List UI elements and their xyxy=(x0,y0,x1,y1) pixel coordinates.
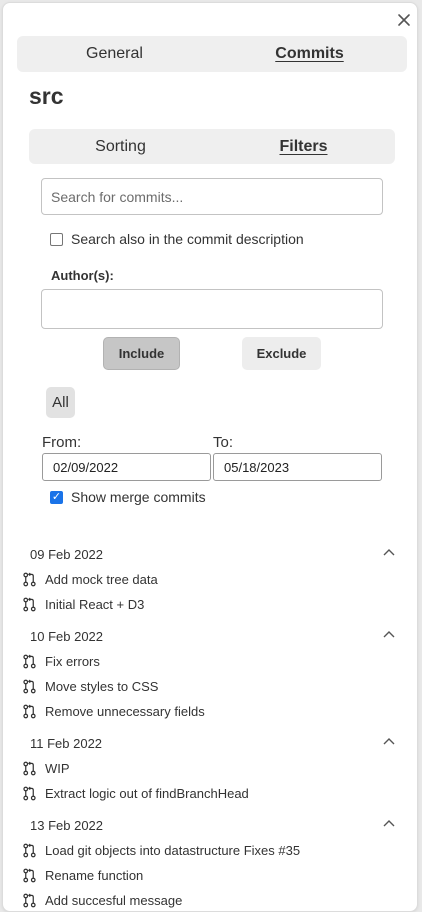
chevron-up-icon[interactable] xyxy=(382,628,396,640)
git-commit-icon xyxy=(22,597,45,612)
exclude-button[interactable]: Exclude xyxy=(242,337,321,370)
commit-item[interactable]: WIP xyxy=(22,759,70,777)
to-label: To: xyxy=(213,434,234,451)
chevron-up-icon[interactable] xyxy=(382,735,396,747)
include-button[interactable]: Include xyxy=(103,337,180,370)
commit-item[interactable]: Rename function xyxy=(22,866,143,884)
commit-message: Fix errors xyxy=(45,653,100,669)
to-date-input[interactable]: 05/18/2023 xyxy=(213,453,382,481)
tab-sorting[interactable]: Sorting xyxy=(29,129,212,164)
show-merge-checkbox[interactable]: ✓ xyxy=(50,490,63,504)
search-description-checkbox[interactable] xyxy=(50,232,63,246)
commit-message: Move styles to CSS xyxy=(45,678,159,694)
tab-commits[interactable]: Commits xyxy=(212,36,407,72)
commit-message: WIP xyxy=(45,760,70,776)
top-tab-bar: General Commits xyxy=(17,36,407,72)
commit-item[interactable]: Initial React + D3 xyxy=(22,595,144,613)
commit-group-header[interactable]: 09 Feb 2022 xyxy=(30,545,396,563)
commit-message: Extract logic out of findBranchHead xyxy=(45,785,249,801)
search-input[interactable] xyxy=(41,178,383,215)
commit-group-header[interactable]: 11 Feb 2022 xyxy=(30,734,396,752)
chevron-up-icon[interactable] xyxy=(382,817,396,829)
commit-item[interactable]: Extract logic out of findBranchHead xyxy=(22,784,249,802)
commit-item[interactable]: Move styles to CSS xyxy=(22,677,158,695)
git-commit-icon xyxy=(22,843,45,858)
commit-message: Add succesful message xyxy=(45,892,183,908)
from-label: From: xyxy=(42,434,82,451)
search-description-label: Search also in the commit description xyxy=(71,231,304,247)
authors-input[interactable] xyxy=(41,289,383,329)
commit-item[interactable]: Add mock tree data xyxy=(22,570,158,588)
git-commit-icon xyxy=(22,654,45,669)
all-button[interactable]: All xyxy=(46,387,75,418)
commit-message: Load git objects into datastructure Fixe… xyxy=(45,842,301,858)
tab-general[interactable]: General xyxy=(17,36,212,72)
authors-label: Author(s): xyxy=(51,268,114,283)
chevron-up-icon[interactable] xyxy=(382,546,396,558)
commit-item[interactable]: Load git objects into datastructure Fixe… xyxy=(22,841,300,859)
commit-item[interactable]: Add succesful message xyxy=(22,891,182,909)
page-title: src xyxy=(29,83,64,109)
git-commit-icon xyxy=(22,572,45,587)
commit-group-header[interactable]: 10 Feb 2022 xyxy=(30,627,396,645)
commit-message: Add mock tree data xyxy=(45,571,158,587)
git-commit-icon xyxy=(22,868,45,883)
git-commit-icon xyxy=(22,786,45,801)
git-commit-icon xyxy=(22,761,45,776)
git-commit-icon xyxy=(22,893,45,908)
git-commit-icon xyxy=(22,704,45,719)
commit-message: Rename function xyxy=(45,867,144,883)
commits-panel: General Commits src Sorting Filters Sear… xyxy=(2,2,418,912)
search-description-option[interactable]: Search also in the commit description xyxy=(50,231,304,247)
commit-item[interactable]: Remove unnecessary fields xyxy=(22,702,205,720)
tab-filters[interactable]: Filters xyxy=(212,129,395,164)
sub-tab-bar: Sorting Filters xyxy=(29,129,395,164)
commit-message: Remove unnecessary fields xyxy=(45,703,205,719)
commit-message: Initial React + D3 xyxy=(45,596,145,612)
commit-group-header[interactable]: 13 Feb 2022 xyxy=(30,816,396,834)
close-icon[interactable] xyxy=(396,13,412,29)
git-commit-icon xyxy=(22,679,45,694)
commit-group-date: 10 Feb 2022 xyxy=(30,629,104,644)
show-merge-option[interactable]: ✓ Show merge commits xyxy=(50,489,206,505)
commit-group-date: 13 Feb 2022 xyxy=(30,818,104,833)
from-date-input[interactable]: 02/09/2022 xyxy=(42,453,211,481)
commit-group-date: 11 Feb 2022 xyxy=(30,736,103,751)
commit-group-date: 09 Feb 2022 xyxy=(30,547,104,562)
show-merge-label: Show merge commits xyxy=(71,489,206,505)
commit-item[interactable]: Fix errors xyxy=(22,652,100,670)
